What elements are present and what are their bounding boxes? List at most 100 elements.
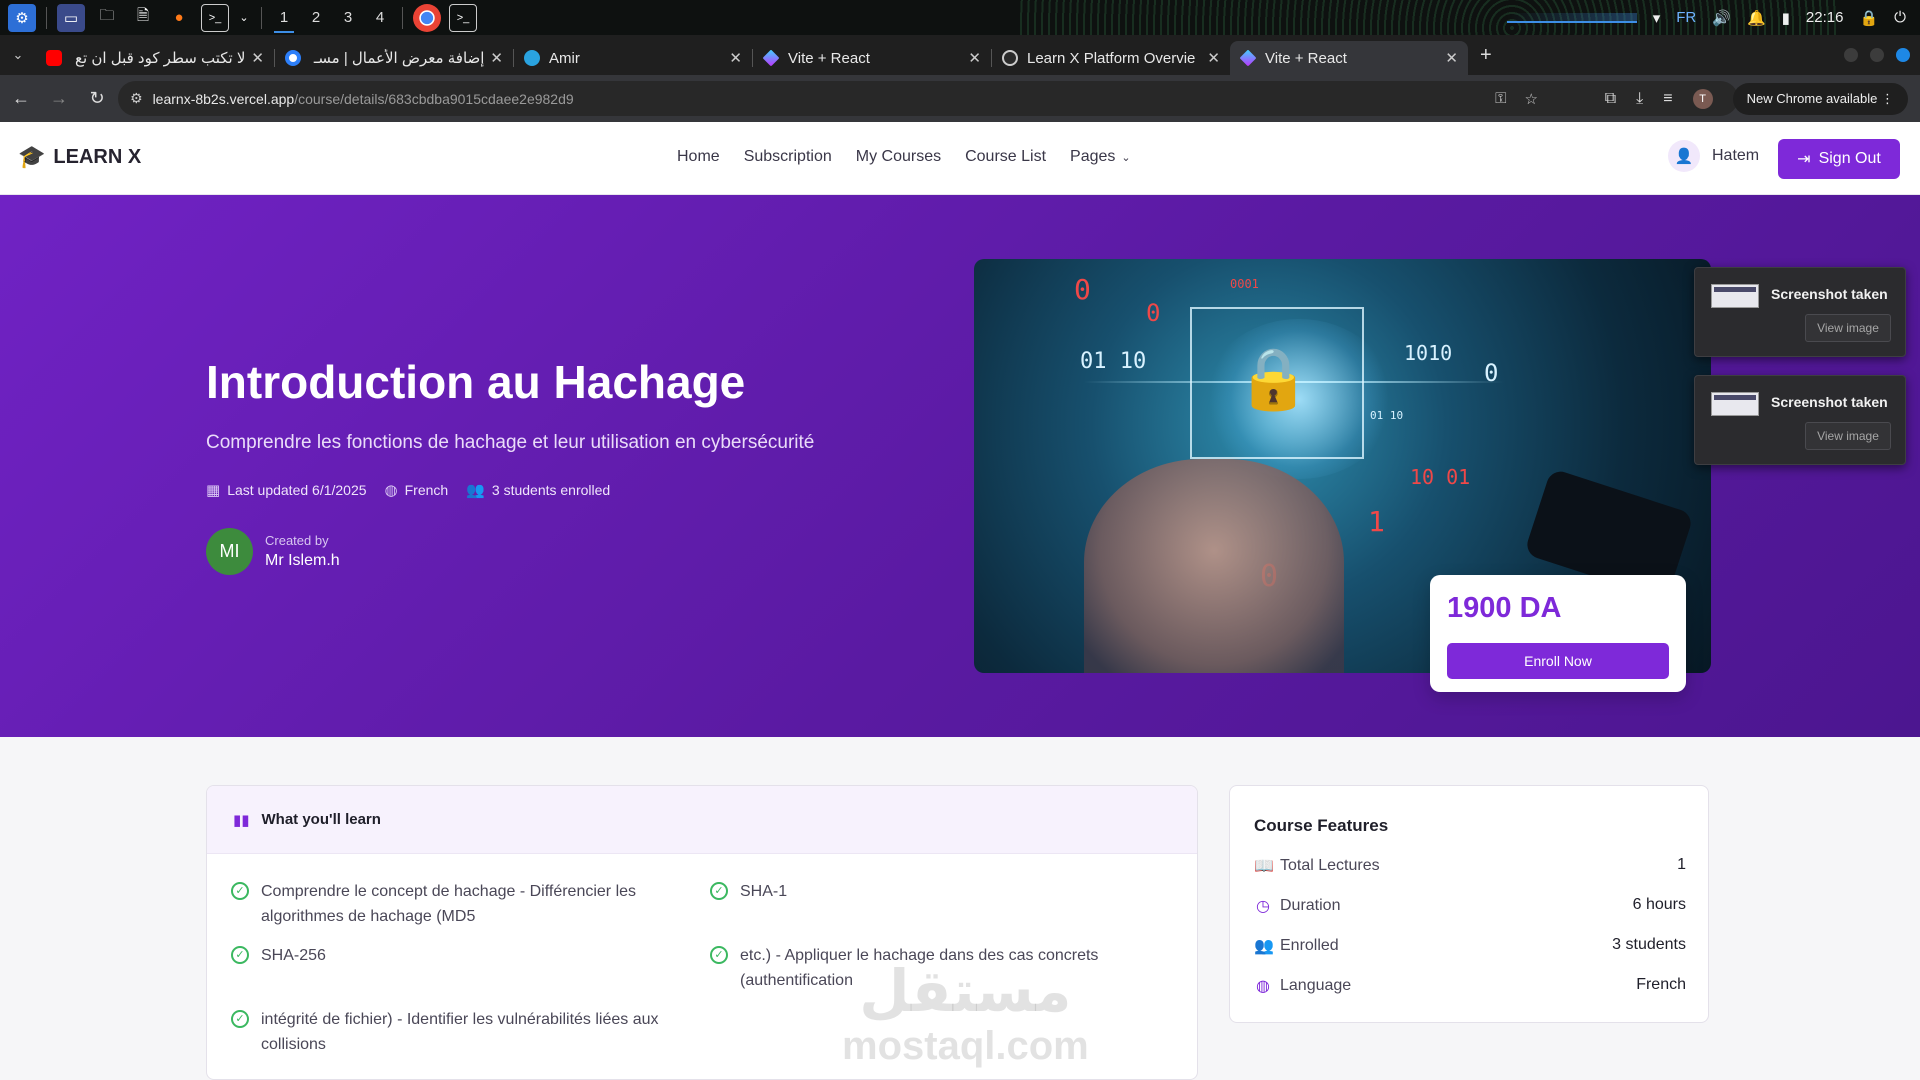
system-tray: ▾ FR 🔊 🔔 ▮ 22:16 🔒 ⏻ <box>1506 0 1920 35</box>
browser-tab[interactable]: لا تكتب سطر كود قبل ان تع ✕ <box>36 41 274 75</box>
site-header: 🎓 LEARN X Home Subscription My Courses C… <box>0 122 1920 195</box>
close-icon[interactable]: ✕ <box>251 49 264 67</box>
screenshot-notification[interactable]: Screenshot taken View image <box>1694 267 1906 357</box>
taskbar-divider <box>46 6 47 29</box>
document-viewer-icon[interactable]: 🗎 <box>129 4 157 32</box>
nav-my-courses[interactable]: My Courses <box>856 148 941 166</box>
learn-item-text: SHA-256 <box>261 947 326 964</box>
new-tab-button[interactable]: + <box>1480 44 1492 67</box>
users-icon: 👥 <box>1254 938 1274 955</box>
desktop-icon[interactable]: ▭ <box>57 3 85 32</box>
maximize-button[interactable] <box>1870 48 1884 62</box>
close-window-button[interactable] <box>1896 48 1910 62</box>
mostaql-icon <box>285 50 301 66</box>
password-key-icon[interactable]: ⚿ <box>1495 90 1506 107</box>
notification-title: Screenshot taken <box>1771 286 1888 302</box>
download-icon[interactable]: ⤓ <box>1636 90 1643 108</box>
course-meta: ▦ Last updated 6/1/2025 ◍ French 👥 3 studen… <box>206 481 610 499</box>
meta-students: 👥 3 students enrolled <box>466 481 610 499</box>
features-heading: Course Features <box>1254 816 1389 835</box>
forward-button[interactable]: → <box>42 82 76 116</box>
check-circle-icon: ✓ <box>231 1010 249 1028</box>
address-bar[interactable]: ⚙ learnx-8b2s.vercel.app/course/details/… <box>118 81 1738 116</box>
network-graph <box>1506 12 1637 23</box>
nav-home[interactable]: Home <box>677 148 720 166</box>
nav-course-list[interactable]: Course List <box>965 148 1046 166</box>
terminal-window-icon[interactable]: >_ <box>449 3 477 32</box>
sign-out-button[interactable]: ⇥ Sign Out <box>1778 139 1900 179</box>
chevron-down-icon[interactable]: ⌄ <box>237 4 251 32</box>
view-image-button[interactable]: View image <box>1805 422 1891 450</box>
chrome-icon[interactable] <box>413 3 441 32</box>
close-icon[interactable]: ✕ <box>729 49 742 67</box>
power-icon[interactable]: ⏻ <box>1894 9 1906 26</box>
browser-tab-active[interactable]: Vite + React ✕ <box>1230 41 1468 75</box>
new-chrome-available-button[interactable]: New Chrome available ⋮ <box>1732 82 1908 115</box>
volume-icon[interactable]: 🔊 <box>1712 9 1731 27</box>
telegram-icon <box>524 50 540 66</box>
close-icon[interactable]: ✕ <box>490 49 503 67</box>
brand-logo[interactable]: 🎓 LEARN X <box>18 144 141 170</box>
desktop-taskbar: ⚙ ▭ 🗀 🗎 ● >_ ⌄ 1 2 3 4 >_ ▾ FR 🔊 🔔 ▮ 22:… <box>0 0 1920 35</box>
bell-icon[interactable]: 🔔 <box>1747 9 1766 27</box>
workspace-3[interactable]: 3 <box>332 0 364 35</box>
user-menu[interactable]: 👤 Hatem <box>1668 140 1759 172</box>
nav-pages-dropdown[interactable]: Pages ⌄ <box>1070 148 1131 166</box>
nav-subscription[interactable]: Subscription <box>744 148 832 166</box>
browser-tab[interactable]: إضافة معرض الأعمال | مسـ ✕ <box>275 41 513 75</box>
screenshot-notification[interactable]: Screenshot taken View image <box>1694 375 1906 465</box>
new-chrome-label: New Chrome available <box>1746 90 1878 106</box>
browser-tab[interactable]: Vite + React ✕ <box>753 41 991 75</box>
course-subtitle: Comprendre les fonctions de hachage et l… <box>206 432 815 453</box>
feature-duration: ◷ Duration 6 hours <box>1254 896 1686 916</box>
tab-search-icon[interactable]: ⌄ <box>0 35 36 75</box>
calendar-icon: ▦ <box>206 482 221 499</box>
battery-icon[interactable]: ▮ <box>1782 9 1790 27</box>
workspace-2[interactable]: 2 <box>300 0 332 35</box>
feature-label-group: ◷ Duration <box>1254 896 1340 916</box>
close-icon[interactable]: ✕ <box>968 49 981 67</box>
lock-icon[interactable]: 🔒 <box>1859 9 1878 27</box>
feature-total-lectures: 📖 Total Lectures 1 <box>1254 856 1686 876</box>
logout-icon: ⇥ <box>1797 151 1811 168</box>
workspace-4[interactable]: 4 <box>364 0 396 35</box>
workspace-1[interactable]: 1 <box>268 0 300 35</box>
back-button[interactable]: ← <box>4 82 38 116</box>
reload-button[interactable]: ↻ <box>80 82 114 116</box>
learn-item: ✓ SHA-1 <box>710 879 1150 904</box>
image-hand <box>1084 459 1344 673</box>
firefox-icon[interactable]: ● <box>165 4 193 32</box>
wifi-icon[interactable]: ▾ <box>1653 9 1661 27</box>
sign-out-label: Sign Out <box>1818 150 1881 167</box>
image-digit: 0 <box>1484 359 1499 387</box>
close-icon[interactable]: ✕ <box>1445 49 1458 67</box>
files-icon[interactable]: 🗀 <box>93 4 121 32</box>
browser-tab-strip: ⌄ لا تكتب سطر كود قبل ان تع ✕ إضافة معرض… <box>0 35 1920 75</box>
clock[interactable]: 22:16 <box>1806 9 1844 26</box>
extensions-icon[interactable]: ⧉ <box>1605 90 1616 108</box>
tab-title: Amir <box>549 49 580 67</box>
enroll-now-button[interactable]: Enroll Now <box>1447 643 1669 679</box>
tab-title: إضافة معرض الأعمال | مسـ <box>313 50 485 67</box>
view-image-button[interactable]: View image <box>1805 314 1891 342</box>
site-settings-icon[interactable]: ⚙ <box>130 90 143 107</box>
image-digit: 10 01 <box>1410 465 1471 489</box>
browser-tab[interactable]: Learn X Platform Overvie ✕ <box>992 41 1230 75</box>
minimize-button[interactable] <box>1844 48 1858 62</box>
terminal-icon[interactable]: >_ <box>201 3 229 32</box>
profile-avatar[interactable]: T <box>1692 88 1713 109</box>
image-digit: 01 10 <box>1370 409 1404 422</box>
students-text: 3 students enrolled <box>491 482 611 498</box>
media-queue-icon[interactable]: ≡ <box>1663 90 1672 108</box>
keyboard-layout[interactable]: FR <box>1676 9 1696 26</box>
bookmark-star-icon[interactable]: ☆ <box>1525 90 1538 108</box>
course-features-card: Course Features 📖 Total Lectures 1 ◷ Durat… <box>1229 785 1709 1023</box>
taskbar-divider <box>261 6 262 29</box>
app-launcher-icon[interactable]: ⚙ <box>8 3 36 32</box>
user-icon: 👤 <box>1668 140 1700 172</box>
course-price: 1900 DA <box>1447 592 1562 624</box>
close-icon[interactable]: ✕ <box>1207 49 1220 67</box>
browser-tab[interactable]: Amir ✕ <box>514 41 752 75</box>
globe-icon: ◍ <box>384 482 398 499</box>
creator-info: Created by Mr Islem.h <box>265 533 340 570</box>
